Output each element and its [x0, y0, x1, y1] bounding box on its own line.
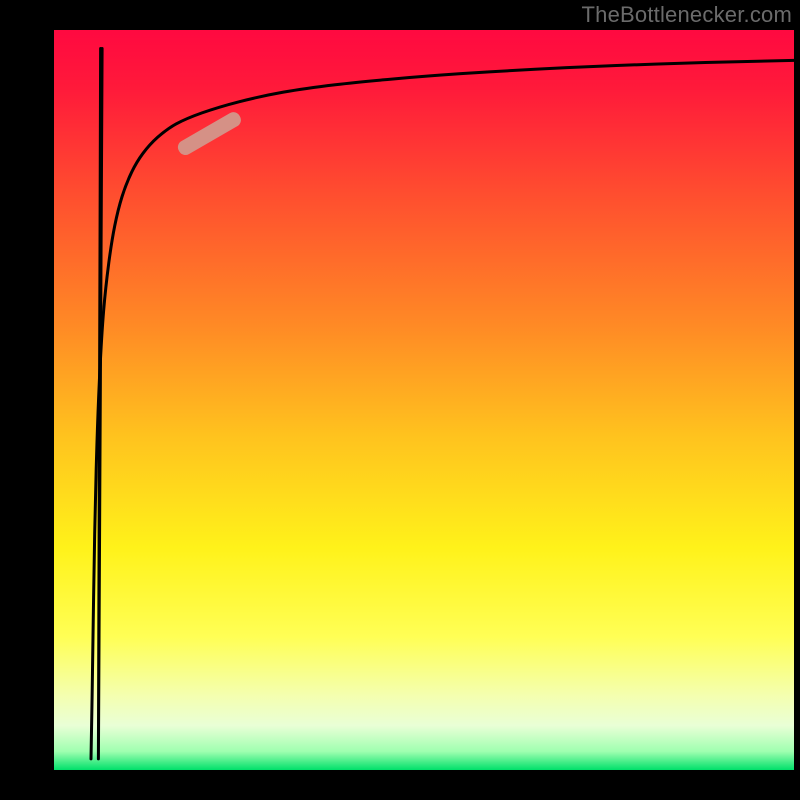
plot-background	[54, 30, 794, 770]
chart-svg	[0, 0, 800, 800]
chart-stage: TheBottlenecker.com	[0, 0, 800, 800]
